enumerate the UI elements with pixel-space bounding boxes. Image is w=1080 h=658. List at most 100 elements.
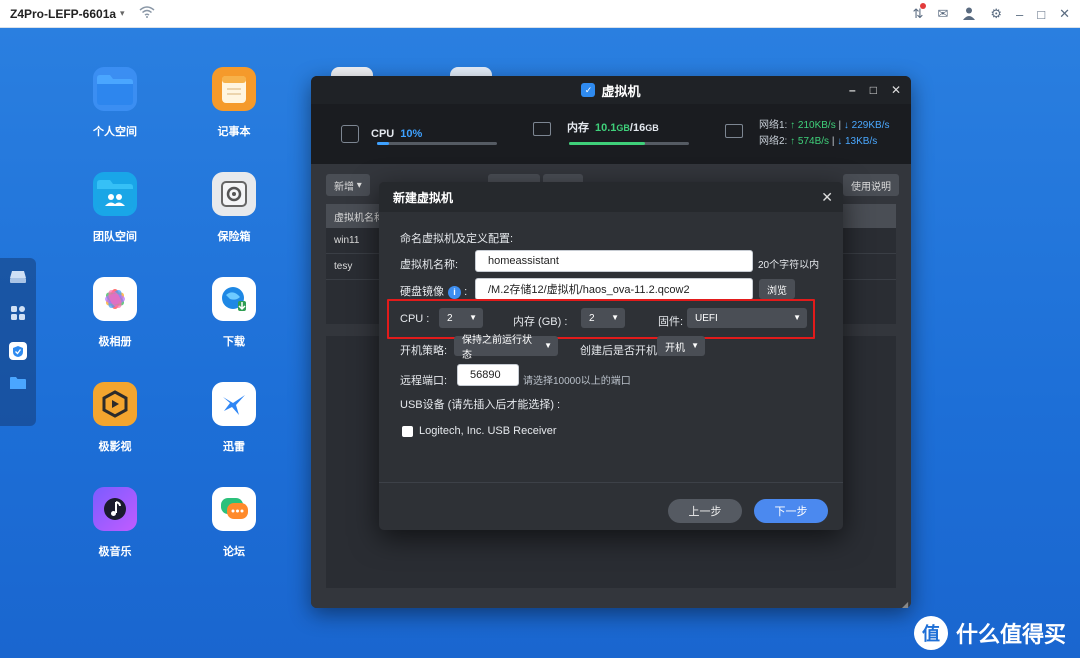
browse-button[interactable]: 浏览 xyxy=(759,279,795,299)
help-button[interactable]: 使用说明 xyxy=(843,174,899,196)
gear-icon[interactable]: ⚙ xyxy=(990,6,1002,22)
apps-grid-icon[interactable] xyxy=(10,305,26,326)
app-personal-space[interactable]: 个人空间 xyxy=(70,67,160,139)
net1-up: ↑ 210KB/s xyxy=(790,120,836,131)
thunder-icon xyxy=(212,382,256,426)
usb-device-checkbox[interactable] xyxy=(402,426,413,437)
app-music[interactable]: 极音乐 xyxy=(70,487,160,559)
app-download[interactable]: 下载 xyxy=(189,277,279,349)
memory-stat: 内存 10.1 GB / 16 GB xyxy=(567,119,659,135)
remote-port-value: 56890 xyxy=(470,369,501,381)
dialog-header[interactable]: 新建虚拟机 ✕ xyxy=(379,182,843,212)
cpu-usage-fill xyxy=(377,142,389,145)
app-photos[interactable]: 极相册 xyxy=(70,277,160,349)
music-icon xyxy=(93,487,137,531)
folder-icon[interactable] xyxy=(9,376,27,395)
notepad-icon xyxy=(212,67,256,111)
close-icon[interactable]: ✕ xyxy=(891,83,901,97)
net1-separator: | xyxy=(838,120,842,131)
drive-icon[interactable] xyxy=(9,270,27,289)
close-icon[interactable]: ✕ xyxy=(1059,6,1070,22)
usb-devices-label: USB设备 (请先插入后才能选择) : xyxy=(400,399,561,411)
start-after-create-value: 开机 xyxy=(665,342,685,354)
minimize-icon[interactable]: – xyxy=(1016,7,1023,22)
close-icon[interactable]: ✕ xyxy=(821,189,833,206)
firmware-select[interactable]: UEFI ▼ xyxy=(687,308,807,328)
video-icon xyxy=(93,382,137,426)
dialog-title: 新建虚拟机 xyxy=(393,190,454,205)
vm-name-hint: 20个字符以内 xyxy=(758,260,820,271)
network-icon xyxy=(725,124,743,138)
previous-button[interactable]: 上一步 xyxy=(668,499,742,523)
help-label: 使用说明 xyxy=(851,181,891,193)
vm-shield-icon[interactable] xyxy=(9,342,27,360)
cpu-select[interactable]: 2 ▼ xyxy=(439,308,483,328)
user-icon[interactable] xyxy=(962,6,976,23)
memory-select[interactable]: 2 ▼ xyxy=(581,308,625,328)
vm-window-titlebar[interactable]: ✓ 虚拟机 – □ ✕ xyxy=(311,76,911,104)
disk-image-label-text: 硬盘镜像 xyxy=(400,286,444,298)
memory-stat-label: 内存 xyxy=(567,122,589,134)
memory-used: 10.1 xyxy=(595,122,617,134)
maximize-icon[interactable]: □ xyxy=(1037,7,1045,22)
net2-up: ↑ 574B/s xyxy=(790,136,830,147)
boot-policy-value: 保持之前运行状态 xyxy=(462,335,532,361)
memory-total-unit: GB xyxy=(645,123,659,133)
remote-port-input[interactable]: 56890 xyxy=(457,364,519,386)
app-notepad[interactable]: 记事本 xyxy=(189,67,279,139)
vm-name: tesy xyxy=(334,261,353,272)
chevron-down-icon: ▼ xyxy=(469,313,477,322)
app-video[interactable]: 极影视 xyxy=(70,382,160,454)
app-team-space[interactable]: 团队空间 xyxy=(70,172,160,244)
usb-device-name: Logitech, Inc. USB Receiver xyxy=(419,425,557,437)
next-button[interactable]: 下一步 xyxy=(754,499,828,523)
new-vm-button[interactable]: 新增 ▾ xyxy=(326,174,370,196)
vm-shield-icon: ✓ xyxy=(581,83,596,97)
cpu-chip-icon xyxy=(341,125,359,143)
chevron-down-icon[interactable]: ▾ xyxy=(120,8,125,19)
message-icon[interactable]: ✉ xyxy=(937,6,948,22)
disk-image-input[interactable]: /M.2存储12/虚拟机/haos_ova-11.2.qcow2 xyxy=(475,278,753,300)
net1-label: 网络1: xyxy=(759,120,788,131)
start-after-create-label: 创建后是否开机: xyxy=(580,345,661,357)
app-forum[interactable]: 论坛 xyxy=(189,487,279,559)
safe-icon xyxy=(212,172,256,216)
new-vm-label: 新增 xyxy=(334,181,354,193)
resize-grip-icon[interactable]: ◢ xyxy=(902,600,908,609)
chevron-down-icon: ▼ xyxy=(793,313,801,322)
device-name[interactable]: Z4Pro-LEFP-6601a xyxy=(10,7,116,21)
app-label: 论坛 xyxy=(223,546,245,558)
team-folder-icon xyxy=(93,172,137,216)
app-label: 迅雷 xyxy=(223,441,245,453)
memory-total: 16 xyxy=(632,122,646,134)
app-label: 极影视 xyxy=(98,441,132,453)
app-safe[interactable]: 保险箱 xyxy=(189,172,279,244)
app-thunder[interactable]: 迅雷 xyxy=(189,382,279,454)
app-label: 下载 xyxy=(223,336,245,348)
minimize-icon[interactable]: – xyxy=(849,83,856,97)
download-icon xyxy=(212,277,256,321)
column-header-name: 虚拟机名称 xyxy=(334,212,384,224)
disk-image-colon: : xyxy=(464,286,468,298)
cpu-label: CPU : xyxy=(400,313,430,325)
remote-port-hint: 请选择10000以上的端口 xyxy=(523,376,631,387)
app-label: 极音乐 xyxy=(98,546,132,558)
watermark: 值 什么值得买 xyxy=(913,616,1066,650)
memory-select-value: 2 xyxy=(589,312,595,324)
start-after-create-select[interactable]: 开机 ▼ xyxy=(657,336,705,356)
net2-down: ↓ 13KB/s xyxy=(837,136,878,147)
maximize-icon[interactable]: □ xyxy=(870,83,877,97)
cpu-usage-bar xyxy=(377,142,497,145)
wifi-icon[interactable] xyxy=(139,6,155,21)
new-vm-dialog: 新建虚拟机 ✕ 命名虚拟机及定义配置: 虚拟机名称: homeassistant… xyxy=(379,182,843,530)
net1-down: ↓ 229KB/s xyxy=(843,120,890,131)
vm-name-input[interactable]: homeassistant xyxy=(475,250,753,272)
transfer-icon[interactable]: ⇅ xyxy=(913,3,927,22)
app-label: 个人空间 xyxy=(93,126,137,138)
boot-policy-select[interactable]: 保持之前运行状态 ▼ xyxy=(454,335,558,361)
top-bar: Z4Pro-LEFP-6601a ▾ ⇅ ✉ ⚙ – □ ✕ xyxy=(0,0,1080,28)
vm-name-label: 虚拟机名称: xyxy=(400,259,459,271)
info-icon[interactable]: i xyxy=(448,286,461,299)
forum-icon xyxy=(212,487,256,531)
net2-label: 网络2: xyxy=(759,136,788,147)
